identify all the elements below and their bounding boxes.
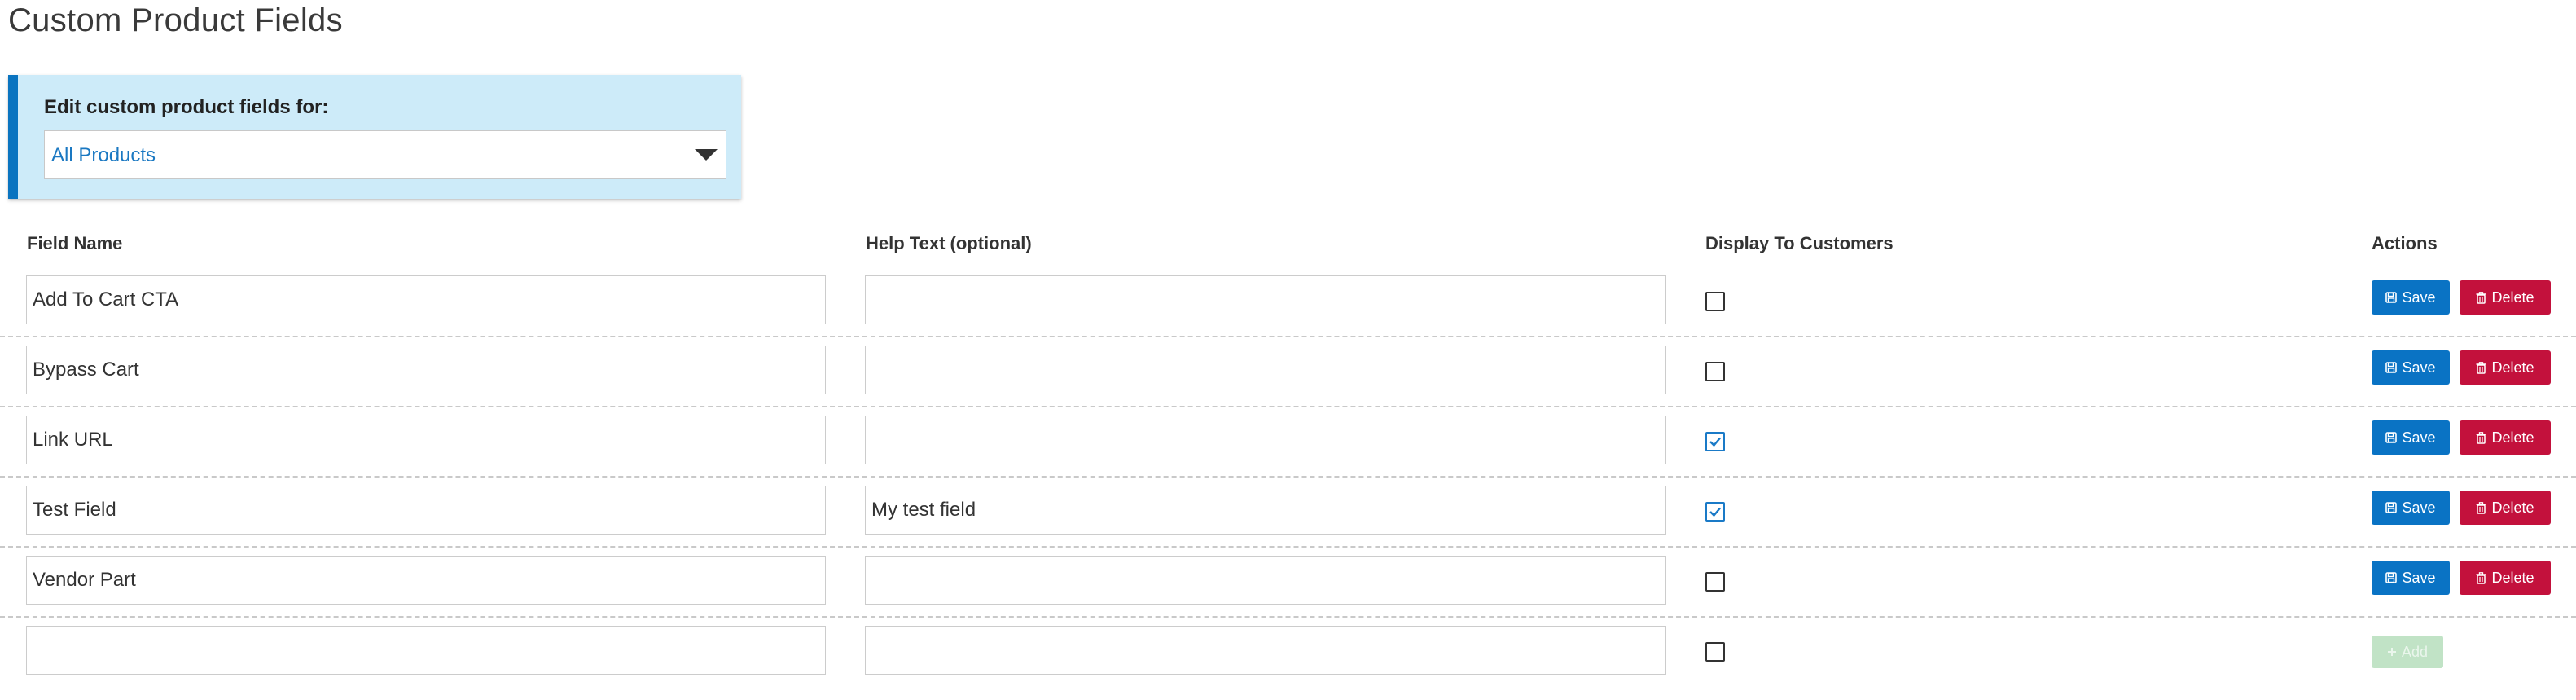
- save-button-label: Save: [2402, 429, 2436, 446]
- chevron-down-icon: [695, 149, 718, 161]
- product-select[interactable]: All Products: [44, 130, 726, 179]
- delete-button-label: Delete: [2491, 499, 2534, 516]
- table-row: Add To Cart CTA Save Delete: [0, 266, 2576, 337]
- field-name-input[interactable]: Vendor Part: [26, 556, 826, 605]
- trash-icon: [2476, 361, 2486, 374]
- save-button[interactable]: Save: [2372, 420, 2450, 455]
- display-to-customers-checkbox[interactable]: [1705, 292, 1725, 311]
- floppy-disk-icon: [2385, 572, 2398, 583]
- save-button-label: Save: [2402, 499, 2436, 516]
- column-header-actions: Actions: [2372, 233, 2438, 253]
- floppy-disk-icon: [2385, 432, 2398, 443]
- delete-button[interactable]: Delete: [2460, 280, 2551, 315]
- display-to-customers-checkbox[interactable]: [1705, 502, 1725, 522]
- table-row: Bypass Cart Save Delete: [0, 336, 2576, 407]
- field-name-input[interactable]: Test Field: [26, 486, 826, 535]
- trash-icon: [2476, 431, 2486, 444]
- new-field-name-input[interactable]: [26, 626, 826, 675]
- save-button-label: Save: [2402, 569, 2436, 586]
- help-text-input[interactable]: My test field: [865, 486, 1666, 535]
- save-button[interactable]: Save: [2372, 561, 2450, 595]
- column-header-field-name: Field Name: [27, 233, 123, 253]
- delete-button[interactable]: Delete: [2460, 561, 2551, 595]
- save-button-label: Save: [2402, 359, 2436, 376]
- column-header-display: Display To Customers: [1705, 233, 1894, 253]
- new-field-row: Add: [0, 616, 2576, 686]
- save-button-label: Save: [2402, 288, 2436, 306]
- table-row: Test Field My test field Save Delete: [0, 476, 2576, 548]
- new-help-text-input[interactable]: [865, 626, 1666, 675]
- help-text-input[interactable]: [865, 346, 1666, 394]
- trash-icon: [2476, 501, 2486, 514]
- delete-button-label: Delete: [2491, 569, 2534, 586]
- floppy-disk-icon: [2385, 292, 2398, 303]
- field-name-input[interactable]: Link URL: [26, 416, 826, 464]
- save-button[interactable]: Save: [2372, 280, 2450, 315]
- display-to-customers-checkbox[interactable]: [1705, 362, 1725, 381]
- delete-button-label: Delete: [2491, 359, 2534, 376]
- page-title: Custom Product Fields: [8, 2, 343, 38]
- help-text-input[interactable]: [865, 416, 1666, 464]
- column-header-help-text: Help Text (optional): [866, 233, 1032, 253]
- delete-button[interactable]: Delete: [2460, 350, 2551, 385]
- save-button[interactable]: Save: [2372, 350, 2450, 385]
- delete-button[interactable]: Delete: [2460, 491, 2551, 525]
- trash-icon: [2476, 571, 2486, 584]
- floppy-disk-icon: [2385, 502, 2398, 513]
- field-name-input[interactable]: Add To Cart CTA: [26, 275, 826, 324]
- save-button[interactable]: Save: [2372, 491, 2450, 525]
- product-selector-panel: Edit custom product fields for: All Prod…: [8, 75, 741, 199]
- selector-label: Edit custom product fields for:: [44, 96, 329, 118]
- display-to-customers-checkbox[interactable]: [1705, 642, 1725, 662]
- field-name-input[interactable]: Bypass Cart: [26, 346, 826, 394]
- add-button-label: Add: [2401, 643, 2429, 660]
- display-to-customers-checkbox[interactable]: [1705, 432, 1725, 451]
- check-icon: [1709, 507, 1721, 517]
- table-row: Link URL Save Delete: [0, 406, 2576, 478]
- check-icon: [1709, 437, 1721, 447]
- display-to-customers-checkbox[interactable]: [1705, 572, 1725, 592]
- trash-icon: [2476, 291, 2486, 304]
- add-field-button[interactable]: Add: [2372, 636, 2443, 668]
- table-row: Vendor Part Save Delete: [0, 546, 2576, 618]
- delete-button-label: Delete: [2491, 288, 2534, 306]
- plus-icon: [2387, 648, 2396, 656]
- fields-table-header: Field Name Help Text (optional) Display …: [0, 231, 2576, 266]
- delete-button-label: Delete: [2491, 429, 2534, 446]
- product-select-value: All Products: [51, 144, 156, 166]
- delete-button[interactable]: Delete: [2460, 420, 2551, 455]
- help-text-input[interactable]: [865, 556, 1666, 605]
- help-text-input[interactable]: [865, 275, 1666, 324]
- floppy-disk-icon: [2385, 362, 2398, 373]
